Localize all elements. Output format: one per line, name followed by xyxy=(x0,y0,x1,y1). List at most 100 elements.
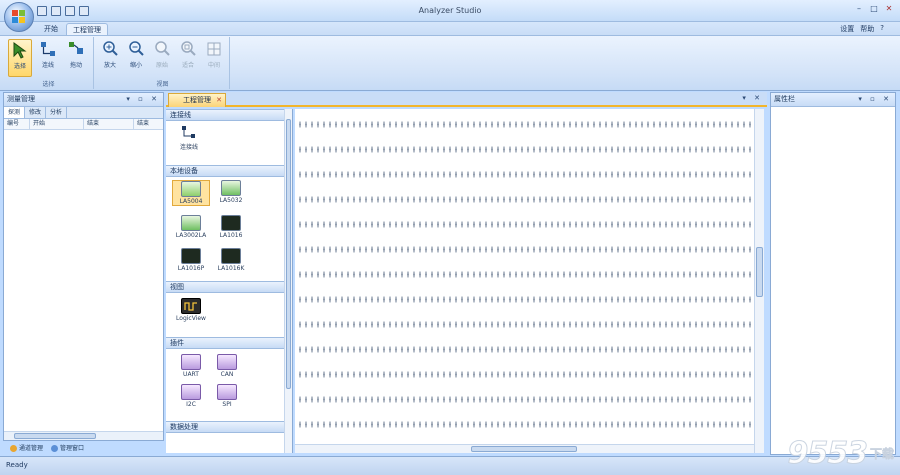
properties-panel: 属性栏 ▾ ▫ ✕ xyxy=(770,92,896,455)
design-canvas[interactable] xyxy=(295,109,764,453)
group-label: 选择 xyxy=(42,81,55,88)
zoom-reset-icon xyxy=(153,40,171,58)
group-select: 选择 连线 拖动 选择 xyxy=(4,37,94,89)
tab-probe[interactable]: 探测 xyxy=(4,107,26,118)
plugin-icon xyxy=(181,384,201,400)
column-header[interactable]: 编号 xyxy=(4,119,30,129)
device-icon xyxy=(181,248,201,264)
ribbon-right-links: 设置 帮助 ? xyxy=(840,24,884,34)
toolbox-item-la1016k[interactable]: LA1016K xyxy=(212,248,250,272)
fit-button[interactable]: 适合 xyxy=(176,39,200,77)
toolbox-item-la1016p[interactable]: LA1016P xyxy=(172,248,210,272)
connect-icon xyxy=(39,40,57,58)
category-connection[interactable]: 连接线 xyxy=(166,109,292,121)
close-icon[interactable]: ✕ xyxy=(882,3,896,15)
panel-tabs: 探测 修改 分析 xyxy=(4,107,163,119)
zoom-fit-icon xyxy=(179,40,197,58)
panel-title: 属性栏 xyxy=(774,95,795,103)
group-label: 视图 xyxy=(156,81,169,88)
toolbox-item-can[interactable]: CAN xyxy=(208,354,246,378)
panel-header: 属性栏 ▾ ▫ ✕ xyxy=(771,93,895,107)
center-button[interactable]: 中间 xyxy=(202,39,226,77)
pointer-icon xyxy=(11,41,29,59)
ribbon: 选择 连线 拖动 选择 放大 缩小 原始 适合 中间 视图 xyxy=(0,35,900,91)
category-view[interactable]: 视图 xyxy=(166,281,292,293)
canvas-horizontal-scrollbar[interactable] xyxy=(295,444,754,453)
tab-window-management[interactable]: 管理窗口 xyxy=(48,441,87,455)
connection-line-icon xyxy=(179,125,199,141)
application-menu-button[interactable] xyxy=(4,2,34,32)
toolbox-scrollbar[interactable] xyxy=(284,109,292,453)
logicview-icon xyxy=(181,298,201,314)
horizontal-scrollbar[interactable] xyxy=(4,431,163,440)
status-bar: Ready xyxy=(0,456,900,475)
category-data-processing[interactable]: 数据处理 xyxy=(166,421,292,433)
window-icon xyxy=(51,444,59,452)
drag-button[interactable]: 拖动 xyxy=(64,39,88,77)
plugin-icon xyxy=(217,384,237,400)
watermark: 9553 下载 xyxy=(787,436,895,472)
tab-modify[interactable]: 修改 xyxy=(25,107,47,118)
maximize-icon[interactable]: □ xyxy=(867,3,881,15)
toolbox-item-la1016[interactable]: LA1016 xyxy=(212,215,250,239)
category-items: 连接线 xyxy=(166,121,292,165)
document-tab-label: 工程管理 xyxy=(183,96,211,104)
group-view: 放大 缩小 原始 适合 中间 视图 xyxy=(96,37,230,89)
tab-channel-management[interactable]: 通道管理 xyxy=(7,441,46,455)
category-items: LA5004 LA5032 LA3002LA LA1016 LA1016P LA… xyxy=(166,177,292,281)
watermark-text: 下载 xyxy=(869,447,895,462)
window-title: Analyzer Studio xyxy=(418,6,482,15)
column-header[interactable]: 结束 xyxy=(134,119,163,129)
toolbox: 连接线 连接线 本地设备 LA5004 LA5032 LA3002LA LA10… xyxy=(166,109,293,453)
device-icon xyxy=(221,180,241,196)
device-icon xyxy=(221,215,241,231)
center-icon xyxy=(205,40,223,58)
toolbox-item-la5004[interactable]: LA5004 xyxy=(172,180,210,206)
about-link[interactable]: ? xyxy=(880,24,884,34)
original-size-button[interactable]: 原始 xyxy=(150,39,174,77)
toolbox-item-la5032[interactable]: LA5032 xyxy=(212,180,250,204)
category-items: UART CAN I2C SPI xyxy=(166,349,292,421)
table-header: 编号 开始 结束 结束 xyxy=(4,119,163,130)
document-tab-bar: 工程管理 ✕ ▾ ✕ xyxy=(166,92,767,107)
minimize-icon[interactable]: – xyxy=(852,3,866,15)
select-button[interactable]: 选择 xyxy=(8,39,32,77)
settings-link[interactable]: 设置 xyxy=(840,24,854,34)
device-icon xyxy=(181,181,201,197)
ribbon-tab-row: 开始 工程管理 设置 帮助 ? xyxy=(0,22,900,36)
toolbox-item-i2c[interactable]: I2C xyxy=(172,384,210,408)
tab-analyze[interactable]: 分析 xyxy=(46,107,68,118)
toolbox-item-spi[interactable]: SPI xyxy=(208,384,246,408)
toolbox-item-logicview[interactable]: LogicView xyxy=(172,298,210,322)
toolbox-item-uart[interactable]: UART xyxy=(172,354,210,378)
tab-controls[interactable]: ▾ ✕ xyxy=(742,94,763,102)
title-bar: Analyzer Studio – □ ✕ xyxy=(0,0,900,22)
panel-controls[interactable]: ▾ ▫ ✕ xyxy=(858,93,892,106)
panel-title: 测量管理 xyxy=(7,95,35,103)
zoom-out-button[interactable]: 缩小 xyxy=(124,39,148,77)
zoom-in-button[interactable]: 放大 xyxy=(98,39,122,77)
device-icon xyxy=(181,215,201,231)
plugin-icon xyxy=(181,354,201,370)
zoom-in-icon xyxy=(101,40,119,58)
category-plugins[interactable]: 插件 xyxy=(166,337,292,349)
close-tab-icon[interactable]: ✕ xyxy=(216,94,222,107)
canvas-vertical-scrollbar[interactable] xyxy=(754,109,764,453)
document-tab[interactable]: 工程管理 ✕ xyxy=(168,93,226,107)
column-header[interactable]: 开始 xyxy=(30,119,84,129)
device-icon xyxy=(221,248,241,264)
window-controls: – □ ✕ xyxy=(852,3,896,15)
toolbox-item-la3002la[interactable]: LA3002LA xyxy=(172,215,210,239)
connect-button[interactable]: 连线 xyxy=(36,39,60,77)
left-bottom-tabs: 通道管理 管理窗口 xyxy=(3,441,164,455)
column-header[interactable]: 结束 xyxy=(84,119,134,129)
help-link[interactable]: 帮助 xyxy=(860,24,874,34)
panel-header: 测量管理 ▾ ▫ ✕ xyxy=(4,93,163,107)
plugin-icon xyxy=(217,354,237,370)
channel-icon xyxy=(10,444,17,452)
measurement-panel: 测量管理 ▾ ▫ ✕ 探测 修改 分析 编号 开始 结束 结束 xyxy=(3,92,164,441)
category-local-devices[interactable]: 本地设备 xyxy=(166,165,292,177)
status-text: Ready xyxy=(6,461,28,469)
toolbox-item-connection[interactable]: 连接线 xyxy=(170,125,208,151)
panel-controls[interactable]: ▾ ▫ ✕ xyxy=(126,93,160,106)
